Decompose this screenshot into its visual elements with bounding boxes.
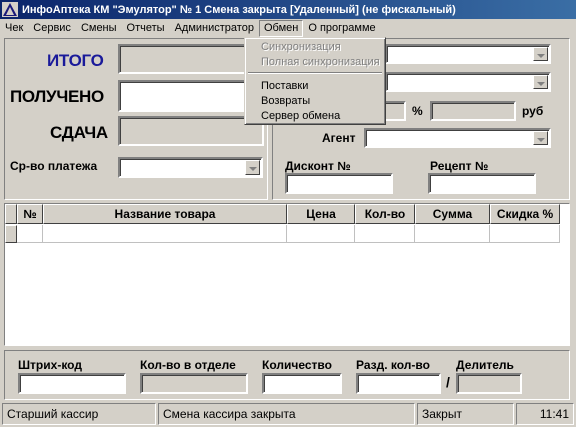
itogo-label: ИТОГО <box>47 51 104 70</box>
table-row[interactable] <box>43 225 287 243</box>
table-row[interactable] <box>355 225 415 243</box>
agent-select[interactable] <box>364 128 551 148</box>
chevron-down-icon[interactable] <box>533 131 548 145</box>
discount-card-label: Дисконт № <box>285 159 351 173</box>
menu-separator <box>248 72 382 74</box>
currency-label: руб <box>522 104 544 118</box>
menu-item-deliveries[interactable]: Поставки <box>261 79 308 93</box>
percent-symbol: % <box>412 104 423 118</box>
table-row[interactable] <box>17 225 43 243</box>
menu-admin[interactable]: Администратор <box>170 20 259 37</box>
row-indicator-header <box>5 204 17 224</box>
status-shift: Смена кассира закрыта <box>158 403 415 425</box>
row-indicator <box>5 225 17 243</box>
split-qty-input[interactable] <box>356 373 441 394</box>
goods-table[interactable]: № Название товара Цена Кол-во Сумма Скид… <box>4 203 570 346</box>
menu-service[interactable]: Сервис <box>28 20 76 37</box>
table-row[interactable] <box>287 225 355 243</box>
received-label: ПОЛУЧЕНО <box>10 87 104 106</box>
agent-label: Агент <box>322 131 356 145</box>
menu-shifts[interactable]: Смены <box>76 20 122 37</box>
menu-check[interactable]: Чек <box>0 20 28 37</box>
recipe-label: Рецепт № <box>430 159 489 173</box>
barcode-label: Штрих-код <box>18 358 82 372</box>
divisor-label: Делитель <box>456 358 514 372</box>
itogo-field <box>118 44 264 74</box>
app-logo-icon <box>2 2 18 17</box>
split-qty-label: Разд. кол-во <box>356 358 430 372</box>
quantity-label: Количество <box>262 358 332 372</box>
chevron-down-icon[interactable] <box>533 75 548 89</box>
status-cashier: Старший кассир <box>2 403 156 425</box>
dept-qty-label: Кол-во в отделе <box>140 358 236 372</box>
barcode-input[interactable] <box>18 373 126 394</box>
menu-bar: Чек Сервис Смены Отчеты Администратор Об… <box>0 19 576 37</box>
discount-card-input[interactable] <box>285 173 393 194</box>
change-label: СДАЧА <box>50 123 108 142</box>
menu-item-sync: Синхронизация <box>261 41 341 53</box>
column-header-number[interactable]: № <box>17 204 43 224</box>
divisor-field <box>456 373 522 394</box>
table-row[interactable] <box>415 225 490 243</box>
change-field <box>118 116 264 146</box>
recipe-input[interactable] <box>428 173 536 194</box>
menu-exchange[interactable]: Обмен <box>258 19 304 37</box>
right-select-1[interactable] <box>385 44 551 64</box>
column-header-discount[interactable]: Скидка % <box>490 204 560 224</box>
column-header-name[interactable]: Название товара <box>43 204 287 224</box>
discount-sum-field <box>430 101 516 121</box>
column-header-sum[interactable]: Сумма <box>415 204 490 224</box>
received-input[interactable] <box>118 80 264 112</box>
menu-item-exchange-server[interactable]: Сервер обмена <box>261 109 340 123</box>
right-select-2[interactable] <box>385 72 551 92</box>
menu-about[interactable]: О программе <box>303 20 380 37</box>
chevron-down-icon[interactable] <box>533 47 548 61</box>
payment-method-select[interactable] <box>118 157 263 178</box>
column-header-qty[interactable]: Кол-во <box>355 204 415 224</box>
slash-separator: / <box>446 374 450 390</box>
dept-qty-field <box>140 373 248 394</box>
quantity-input[interactable] <box>262 373 342 394</box>
title-bar: ИнфоАптека КМ "Эмулятор" № 1 Смена закры… <box>0 0 576 19</box>
table-row[interactable] <box>490 225 560 243</box>
status-time: 11:41 <box>516 403 574 425</box>
menu-item-returns[interactable]: Возвраты <box>261 94 310 108</box>
payment-method-label: Ср-во платежа <box>10 159 98 173</box>
column-header-price[interactable]: Цена <box>287 204 355 224</box>
chevron-down-icon[interactable] <box>245 160 260 175</box>
window-title: ИнфоАптека КМ "Эмулятор" № 1 Смена закры… <box>22 3 456 16</box>
menu-reports[interactable]: Отчеты <box>122 20 170 37</box>
status-state: Закрыт <box>417 403 514 425</box>
exchange-dropdown-menu: Синхронизация Полная синхронизация Поста… <box>244 37 386 125</box>
menu-item-full-sync: Полная синхронизация <box>261 56 380 68</box>
